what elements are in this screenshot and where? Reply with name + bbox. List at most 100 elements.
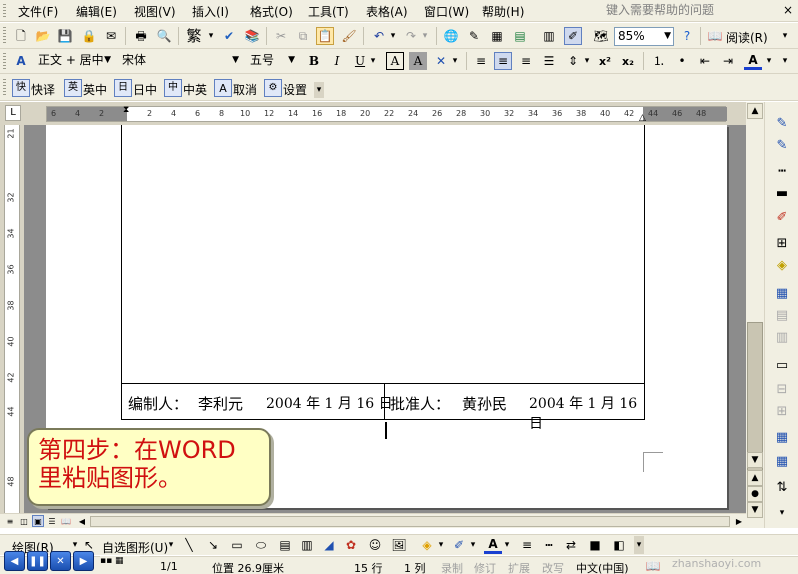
arrow-icon[interactable]: ↘ [204,536,222,554]
reading-view-icon[interactable]: 📖 [60,515,72,527]
traditional-chinese-icon[interactable]: 繁 [184,27,204,45]
language-status[interactable]: 中文(中国) [576,560,629,574]
web-view-icon[interactable]: ◫ [18,515,30,527]
zoom-select[interactable]: 85% ▼ [614,27,674,46]
shadow-icon[interactable]: ■ [586,536,604,554]
indent-marker-icon[interactable]: ⧗ [123,105,129,115]
chevron-down-icon[interactable]: ▾ [166,536,176,554]
vertical-text-box-icon[interactable]: ▥ [298,536,316,554]
read-button[interactable]: 阅读(R) [726,29,768,46]
forward-icon[interactable]: ▶ [73,551,94,571]
normal-view-icon[interactable]: ≡ [4,515,16,527]
table-autofit-icon[interactable]: ▦ [771,452,793,470]
cancel-translate-button[interactable]: 取消 [233,81,257,98]
settings-icon[interactable]: ⚙ [264,79,282,97]
player-progress-icon[interactable]: ▪▪ ▦ [100,556,140,572]
char-scale-icon[interactable]: ✕ [432,52,450,70]
japanese-chinese-icon[interactable]: 日 [114,79,132,97]
superscript-button[interactable]: x² [596,52,614,70]
menu-view[interactable]: 视图(V) [134,3,176,20]
border-color-icon[interactable]: ✐ [771,208,793,226]
vertical-scrollbar[interactable]: ▲ ▼ ▲ ● ▼ [746,102,764,528]
toolbar-grip[interactable] [3,53,6,69]
permission-icon[interactable]: 🔒 [80,27,98,45]
stop-icon[interactable]: ✕ [50,551,71,571]
browse-object-icon[interactable]: ● [747,486,763,502]
menu-insert[interactable]: 插入(I) [192,3,229,20]
cut-icon[interactable]: ✂ [272,27,290,45]
open-folder-icon[interactable]: 📂 [34,27,52,45]
line-style-icon[interactable]: ≡ [518,536,536,554]
style-select[interactable]: 正文 + 居中 ▼ [34,51,114,70]
autoshapes-button[interactable]: 自选图形(U) [102,539,168,556]
chevron-down-icon[interactable]: ▾ [502,536,512,554]
chinese-english-button[interactable]: 中英 [183,81,207,98]
extend-mode[interactable]: 扩展 [508,560,530,574]
spelling-status-icon[interactable]: 📖 [644,557,662,574]
chevron-down-icon[interactable]: ▾ [436,536,446,554]
oval-icon[interactable]: ⬭ [252,536,270,554]
menu-tools[interactable]: 工具(T) [308,3,349,20]
picture-icon[interactable]: 🖼 [390,536,408,554]
insert-excel-icon[interactable]: ▤ [511,27,529,45]
line-color-icon[interactable]: ✐ [450,536,468,554]
insert-table-icon[interactable]: ▦ [771,284,793,302]
increase-indent-icon[interactable]: ⇥ [719,52,737,70]
toolbar-options-icon[interactable]: ▾ [634,536,644,554]
record-mode[interactable]: 录制 [441,560,463,574]
format-painter-icon[interactable]: 🖌 [340,27,358,45]
clip-art-icon[interactable]: ☺ [366,536,384,554]
char-border-icon[interactable]: A [386,52,404,70]
dash-style-icon[interactable]: ┅ [540,536,558,554]
document-map-icon[interactable]: 🗺 [592,27,610,45]
menu-grip[interactable] [3,4,6,18]
hyperlink-icon[interactable]: 🌐 [442,27,460,45]
document-table[interactable]: 编制人： 李利元 2004 年 1 月 16 日 批准人： 黄孙民 2004 年… [121,125,645,432]
tables-borders-icon[interactable]: ✎ [465,27,483,45]
copy-icon[interactable]: ⧉ [294,27,312,45]
print-preview-icon[interactable]: 🔍 [155,27,173,45]
scroll-up-icon[interactable]: ▲ [747,103,763,119]
menu-help[interactable]: 帮助(H) [482,3,524,20]
scroll-right-icon[interactable]: ▶ [733,515,745,527]
toolbar-options-icon[interactable]: ▾ [778,52,792,70]
line-style-icon[interactable]: ┅ [771,162,793,180]
email-icon[interactable]: ✉ [102,27,120,45]
merge-cells-icon[interactable]: ▤ [771,306,793,324]
font-color-icon[interactable]: A [744,52,762,70]
line-weight-icon[interactable]: ▬ [771,184,793,202]
toolbar-grip[interactable] [3,27,6,45]
paste-icon[interactable]: 📋 [316,27,334,45]
save-icon[interactable]: 💾 [56,27,74,45]
chevron-down-icon[interactable]: ▾ [764,52,774,70]
previous-page-icon[interactable]: ▲ [747,470,763,486]
font-color-icon[interactable]: A [484,536,502,554]
research-icon[interactable]: 📚 [243,27,261,45]
english-chinese-icon[interactable]: 英 [64,79,82,97]
help-search-input[interactable]: 键入需要帮助的问题 [600,2,750,19]
italic-button[interactable]: I [328,52,346,70]
quick-translate-button[interactable]: 快译 [31,81,55,98]
chevron-down-icon[interactable]: ▾ [388,27,398,45]
chevron-down-icon[interactable]: ▾ [206,27,216,45]
text-box-icon[interactable]: ▤ [276,536,294,554]
3d-icon[interactable]: ◧ [610,536,628,554]
toolbar-grip[interactable] [3,79,6,97]
settings-button[interactable]: 设置 [283,81,307,98]
horizontal-ruler[interactable]: 6 4 2 2 4 6 8 10 12 14 16 18 20 22 24 26… [46,105,727,123]
eraser-icon[interactable]: ✎ [771,136,793,154]
new-document-icon[interactable]: 🗋 [12,27,30,45]
arrow-style-icon[interactable]: ⇄ [562,536,580,554]
print-icon[interactable]: 🖶 [132,27,150,45]
next-page-icon[interactable]: ▼ [747,502,763,518]
chinese-english-icon[interactable]: 中 [164,79,182,97]
chevron-down-icon[interactable]: ▾ [450,52,460,70]
cancel-translate-icon[interactable]: A [214,79,232,97]
read-icon[interactable]: 📖 [706,27,724,45]
drawing-icon[interactable]: ✐ [564,27,582,45]
shading-color-icon[interactable]: ◈ [771,256,793,274]
menu-file[interactable]: 文件(F) [18,3,58,20]
font-select[interactable]: 宋体 ▼ [118,51,242,70]
bullets-icon[interactable]: • [673,52,691,70]
chevron-down-icon[interactable]: ▾ [468,536,478,554]
